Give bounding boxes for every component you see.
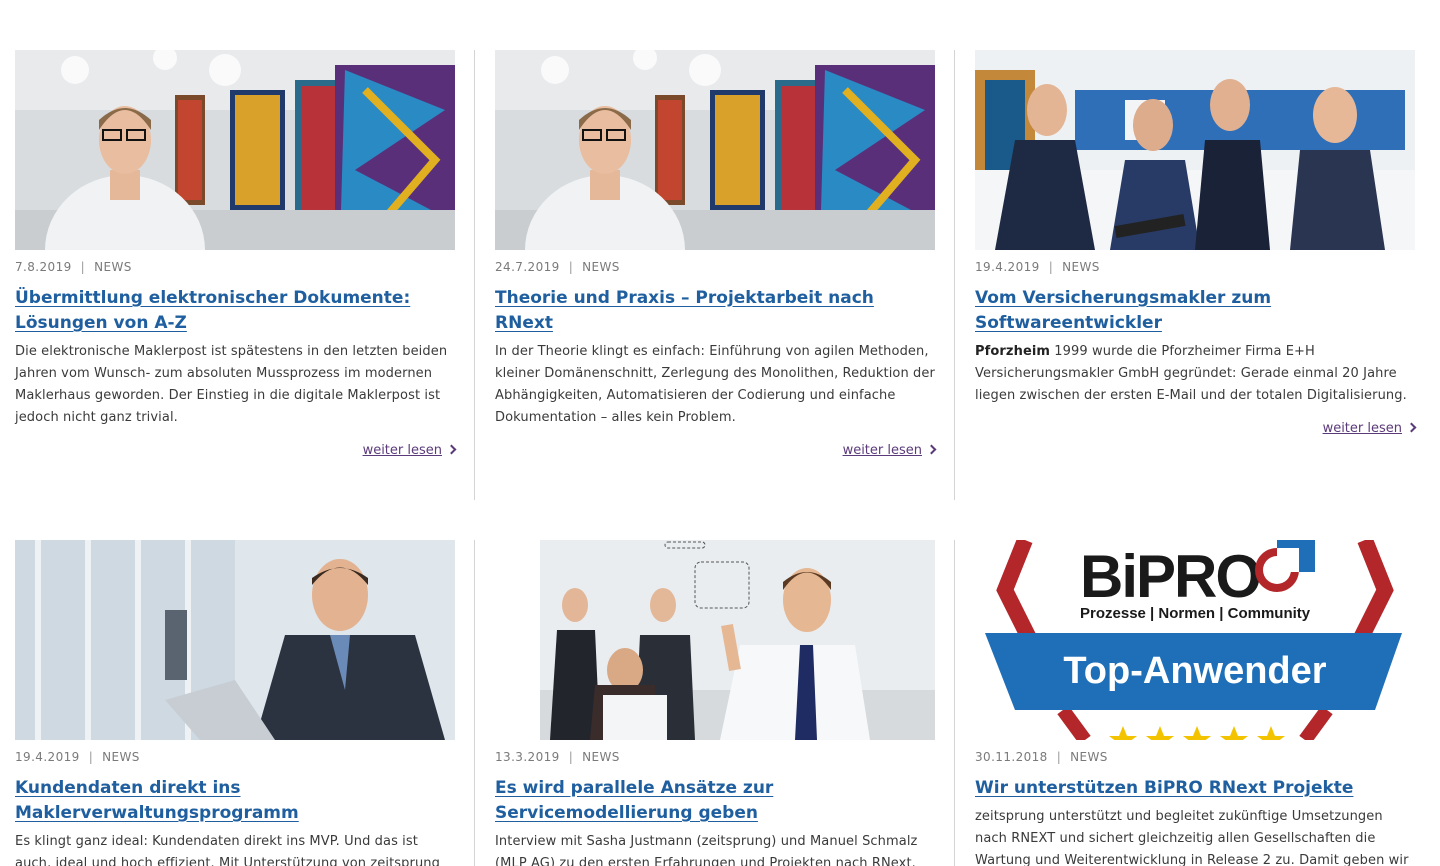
read-more-link[interactable]: weiter lesen (15, 440, 457, 462)
post-date: 19.4.2019 (975, 260, 1040, 274)
post-title-link[interactable]: Vom Versicherungsmakler zum Softwareentw… (975, 286, 1415, 336)
post-title-link[interactable]: Theorie und Praxis – Projektarbeit nach … (495, 286, 935, 336)
news-card: 24.7.2019 | NEWS Theorie und Praxis – Proj… (495, 50, 937, 462)
meta-separator: | (80, 260, 86, 274)
bipro-top-anwender-badge[interactable]: BiPRO Prozesse | Normen | Community Top-… (975, 540, 1415, 740)
chevron-right-icon (446, 444, 457, 455)
read-more-link[interactable]: weiter lesen (495, 440, 937, 462)
post-meta: 19.4.2019 | NEWS (15, 750, 455, 764)
post-category: NEWS (94, 260, 132, 274)
read-more-link[interactable]: weiter lesen (975, 418, 1417, 440)
post-date: 30.11.2018 (975, 750, 1048, 764)
post-title-link[interactable]: Es wird parallele Ansätze zur Servicemod… (495, 776, 935, 826)
post-date: 24.7.2019 (495, 260, 560, 274)
post-excerpt: Interview mit Sasha Justmann (zeitsprung… (495, 834, 918, 866)
read-more-label: weiter lesen (1322, 421, 1402, 436)
news-image-team-whiteboard[interactable] (495, 540, 935, 740)
news-image-businessman-laptop[interactable] (15, 540, 455, 740)
post-meta: 24.7.2019 | NEWS (495, 260, 935, 274)
bipro-badge-text: Top-Anwender (1063, 650, 1326, 692)
post-title-link[interactable]: Kundendaten direkt ins Maklerverwaltungs… (15, 776, 455, 826)
chevron-right-icon (926, 444, 937, 455)
news-image-team-meeting[interactable] (975, 50, 1415, 250)
bipro-brand-text: BiPRO (1080, 543, 1260, 610)
column-divider (474, 540, 475, 866)
news-card: BiPRO Prozesse | Normen | Community Top-… (975, 540, 1415, 866)
post-title-link[interactable]: Wir unterstützen BiPRO RNext Projekte (975, 776, 1415, 801)
post-category: NEWS (582, 260, 620, 274)
post-excerpt: zeitsprung unterstützt und begleitet zuk… (975, 809, 1409, 866)
news-card: 19.4.2019 | NEWS Kundendaten direkt ins Ma… (15, 540, 455, 866)
post-date: 7.8.2019 (15, 260, 72, 274)
read-more-label: weiter lesen (362, 443, 442, 458)
news-image-man-gallery[interactable] (495, 50, 935, 250)
meta-separator: | (88, 750, 94, 764)
column-divider (954, 50, 955, 500)
post-meta: 19.4.2019 | NEWS (975, 260, 1415, 274)
news-card: 19.4.2019 | NEWS Vom Versicherungsmakler z… (975, 50, 1417, 440)
post-category: NEWS (102, 750, 140, 764)
bipro-tagline-text: Prozesse | Normen | Community (1080, 605, 1311, 622)
meta-separator: | (1056, 750, 1062, 764)
post-meta: 30.11.2018 | NEWS (975, 750, 1415, 764)
read-more-label: weiter lesen (842, 443, 922, 458)
post-category: NEWS (582, 750, 620, 764)
post-meta: 7.8.2019 | NEWS (15, 260, 455, 274)
meta-separator: | (568, 260, 574, 274)
post-category: NEWS (1070, 750, 1108, 764)
column-divider (954, 540, 955, 866)
post-excerpt: In der Theorie klingt es einfach: Einfüh… (495, 344, 935, 425)
post-meta: 13.3.2019 | NEWS (495, 750, 935, 764)
excerpt-location: Pforzheim (975, 344, 1051, 359)
post-excerpt: Die elektronische Maklerpost ist spätest… (15, 344, 448, 425)
news-image-man-gallery[interactable] (15, 50, 455, 250)
post-excerpt: Pforzheim 1999 wurde die Pforzheimer Fir… (975, 341, 1415, 407)
meta-separator: | (568, 750, 574, 764)
column-divider (474, 50, 475, 500)
news-card: 13.3.2019 | NEWS Es wird parallele Ansätze… (495, 540, 935, 866)
meta-separator: | (1048, 260, 1054, 274)
post-category: NEWS (1062, 260, 1100, 274)
post-date: 19.4.2019 (15, 750, 80, 764)
post-date: 13.3.2019 (495, 750, 560, 764)
chevron-right-icon (1406, 422, 1417, 433)
post-excerpt: Es klingt ganz ideal: Kundendaten direkt… (15, 834, 440, 866)
news-card: 7.8.2019 | NEWS Übermittlung elektronische… (15, 50, 457, 462)
post-title-link[interactable]: Übermittlung elektronischer Dokumente: L… (15, 286, 455, 336)
